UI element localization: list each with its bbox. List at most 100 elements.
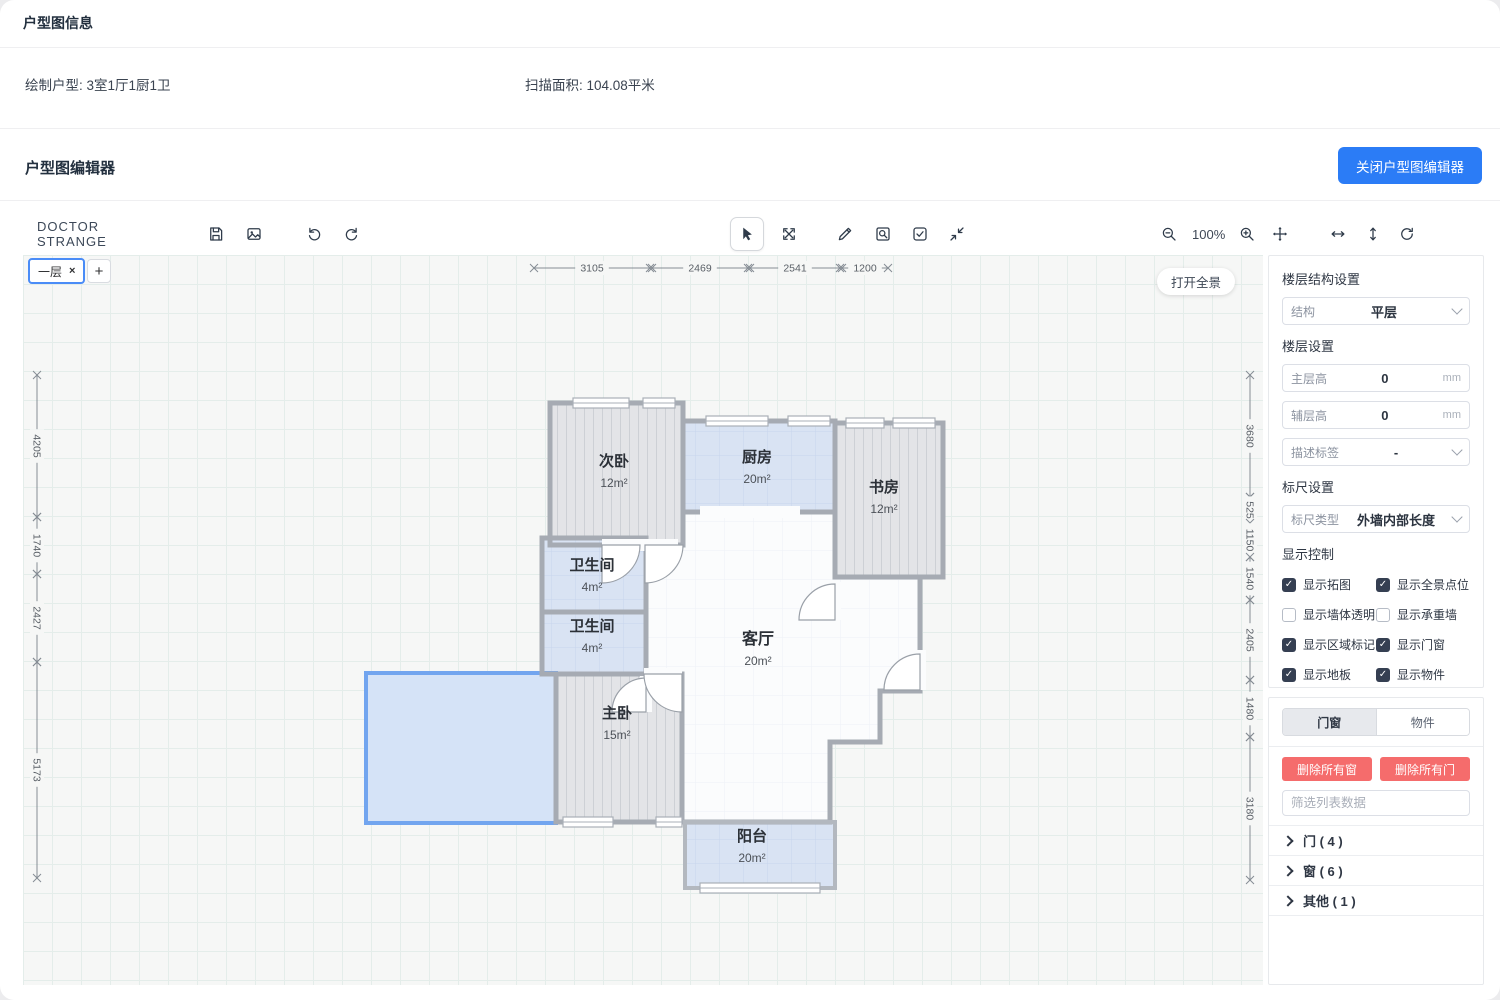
dimension-label: 1540 [1244, 567, 1256, 591]
page-title: 户型图信息 [23, 13, 93, 33]
move-icon[interactable] [780, 225, 798, 243]
close-editor-button[interactable]: 关闭户型图编辑器 [1338, 147, 1482, 184]
room-floor[interactable] [835, 423, 943, 577]
zoom-area-icon[interactable] [874, 225, 892, 243]
room-name-label: 卫生间 [569, 556, 614, 574]
export-image-icon[interactable] [245, 225, 263, 243]
floor-tab[interactable]: 一层 × [28, 258, 85, 284]
dimension-label-group: 2405 [1243, 623, 1257, 657]
field-value: 外墙内部长度 [1339, 510, 1453, 529]
checkbox-checked-icon[interactable]: ✓ [1282, 668, 1296, 682]
add-floor-button[interactable]: + [87, 259, 111, 283]
multi-select-icon[interactable] [911, 225, 929, 243]
dimension-label-group: 525 [1243, 496, 1257, 523]
checkbox-unchecked-icon[interactable] [1282, 608, 1296, 622]
selected-area[interactable] [366, 673, 556, 823]
reset-icon[interactable] [1398, 225, 1416, 243]
pencil-icon[interactable] [836, 225, 854, 243]
divider [1269, 746, 1483, 747]
save-icon[interactable] [207, 225, 225, 243]
display-checkbox[interactable]: ✓显示地板 [1282, 666, 1376, 683]
editor-title: 户型图编辑器 [25, 157, 115, 178]
collapse-icon [948, 225, 966, 243]
dimension-label-group: 5173 [30, 753, 44, 787]
resize-vertical-icon [1364, 225, 1382, 243]
checkbox-unchecked-icon[interactable] [1376, 608, 1390, 622]
collapse-icon[interactable] [948, 225, 966, 243]
checkbox-checked-icon[interactable]: ✓ [1282, 578, 1296, 592]
delete-all-windows-button[interactable]: 删除所有窗 [1282, 757, 1372, 781]
resize-vertical-icon[interactable] [1364, 225, 1382, 243]
room-area-label: 20m² [744, 654, 771, 668]
room-name-label: 客厅 [742, 629, 774, 648]
checkbox-checked-icon[interactable]: ✓ [1282, 638, 1296, 652]
dimension-label: 2427 [31, 606, 43, 630]
display-checkbox[interactable]: ✓显示区域标记 [1282, 636, 1376, 653]
room-area-label: 4m² [582, 641, 603, 655]
room-name-label: 主卧 [602, 704, 632, 722]
dimension-label: 2405 [1244, 628, 1256, 652]
scan-area-label: 扫描面积: 104.08平米 [525, 74, 655, 94]
zoom-out-icon[interactable] [1160, 225, 1178, 243]
zoom-in-icon [1238, 225, 1256, 243]
display-checkbox[interactable]: 显示墙体透明 [1282, 606, 1376, 623]
open-panorama-button[interactable]: 打开全景 [1157, 268, 1235, 295]
field-label: 主层高 [1291, 370, 1327, 387]
room-floor[interactable] [683, 421, 835, 512]
checkbox-checked-icon[interactable]: ✓ [1376, 668, 1390, 682]
dimension-label: 3180 [1244, 797, 1256, 821]
pan-icon [1271, 225, 1289, 243]
dimension-label: 525 [1244, 501, 1256, 519]
multi-select-icon [911, 225, 929, 243]
zoom-in-icon[interactable] [1238, 225, 1256, 243]
ruler-type-select[interactable]: 标尺类型 外墙内部长度 [1282, 505, 1470, 533]
pan-icon[interactable] [1271, 225, 1289, 243]
object-group-label: 门 ( 4 ) [1303, 831, 1343, 850]
delete-all-doors-button[interactable]: 删除所有门 [1380, 757, 1470, 781]
display-checkbox[interactable]: ✓显示物件 [1376, 666, 1470, 683]
checkbox-label: 显示墙体透明 [1303, 606, 1375, 623]
divider [0, 47, 1500, 48]
structure-select[interactable]: 结构 平层 [1282, 297, 1470, 325]
zoom-out-icon [1160, 225, 1178, 243]
floorplan-svg: 次卧12m²厨房20m²书房12m²卫生间4m²卫生间4m²客厅20m²主卧15… [23, 255, 1263, 985]
editor-canvas[interactable]: 次卧12m²厨房20m²书房12m²卫生间4m²卫生间4m²客厅20m²主卧15… [23, 255, 1263, 985]
aux-height-input[interactable]: 辅层高 0 mm [1282, 401, 1470, 429]
toolbar-tools-group [730, 213, 966, 255]
checkbox-checked-icon[interactable]: ✓ [1376, 638, 1390, 652]
dimension-label: 2541 [783, 263, 807, 275]
display-checkbox[interactable]: 显示承重墙 [1376, 606, 1470, 623]
field-value: 平层 [1315, 302, 1453, 321]
field-value: 0 [1327, 371, 1443, 386]
cursor-icon[interactable] [730, 217, 764, 251]
draw-type-label: 绘制户型: 3室1厅1厨1卫 [25, 74, 171, 94]
dimension-label-group: 1540 [1243, 562, 1257, 596]
panel-tab-active[interactable]: 门窗 [1283, 709, 1376, 735]
object-group-row[interactable]: 窗 ( 6 ) [1269, 855, 1483, 885]
display-checkbox[interactable]: ✓显示全景点位 [1376, 576, 1470, 593]
room-floor[interactable] [550, 403, 683, 545]
display-checkbox[interactable]: ✓显示拓图 [1282, 576, 1376, 593]
room-area-label: 12m² [870, 502, 897, 516]
dimension-label: 1200 [853, 263, 877, 275]
redo-icon [343, 225, 361, 243]
resize-horizontal-icon [1329, 225, 1347, 243]
pencil-icon [836, 225, 854, 243]
close-tab-icon[interactable]: × [69, 265, 75, 277]
main-height-input[interactable]: 主层高 0 mm [1282, 364, 1470, 392]
panel-tab-inactive[interactable]: 物件 [1376, 709, 1470, 735]
object-group-row[interactable]: 门 ( 4 ) [1269, 825, 1483, 855]
redo-icon[interactable] [343, 225, 361, 243]
room-area-label: 15m² [603, 728, 630, 742]
dimension-label: 1740 [31, 534, 43, 558]
field-unit: mm [1443, 409, 1461, 421]
display-checkbox[interactable]: ✓显示门窗 [1376, 636, 1470, 653]
description-tag-select[interactable]: 描述标签 - [1282, 438, 1470, 466]
undo-icon[interactable] [305, 225, 323, 243]
resize-horizontal-icon[interactable] [1329, 225, 1347, 243]
room-name-label: 次卧 [599, 452, 629, 470]
checkbox-checked-icon[interactable]: ✓ [1376, 578, 1390, 592]
object-group-row[interactable]: 其他 ( 1 ) [1269, 885, 1483, 916]
room-area-label: 12m² [600, 476, 627, 490]
filter-input[interactable] [1282, 790, 1470, 816]
